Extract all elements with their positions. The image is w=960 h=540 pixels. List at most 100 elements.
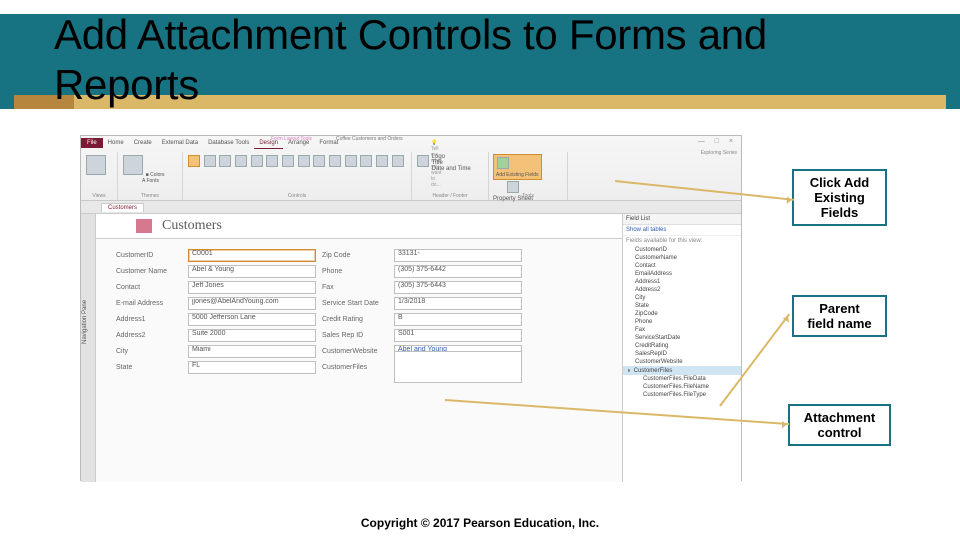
- field-address2[interactable]: Suite 2000: [188, 329, 316, 342]
- field-phone[interactable]: (305) 375-6442: [394, 265, 522, 278]
- field-item[interactable]: CreditRating: [623, 342, 741, 350]
- callout-attachment-control: Attachment control: [788, 404, 891, 446]
- control-image-icon[interactable]: [329, 155, 341, 167]
- access-screenshot: Form Layout Tools Coffee Customers and O…: [80, 135, 742, 481]
- callout-text: Click Add: [810, 175, 869, 190]
- tab-design[interactable]: Design: [254, 138, 283, 149]
- tab-database-tools[interactable]: Database Tools: [203, 138, 254, 148]
- field-item[interactable]: Phone: [623, 318, 741, 326]
- group-controls: Controls: [183, 152, 412, 200]
- label-email: E-mail Address: [116, 300, 188, 307]
- label-city: City: [116, 348, 188, 355]
- callout-text: Fields: [821, 205, 859, 220]
- control-textbox-icon[interactable]: [188, 155, 200, 167]
- control-chart-icon[interactable]: [360, 155, 372, 167]
- control-rect-icon[interactable]: [392, 155, 404, 167]
- tab-format[interactable]: Format: [314, 138, 343, 148]
- ribbon: Form Layout Tools Coffee Customers and O…: [81, 136, 741, 201]
- label-state: State: [116, 364, 188, 371]
- control-subform-icon[interactable]: [345, 155, 357, 167]
- control-button-icon[interactable]: [219, 155, 231, 167]
- field-item[interactable]: CustomerWebsite: [623, 358, 741, 366]
- field-fax[interactable]: (305) 375-6443: [394, 281, 522, 294]
- field-item[interactable]: CustomerID: [623, 246, 741, 254]
- group-label-tools: Tools: [489, 193, 567, 199]
- fonts-item[interactable]: A Fonts: [142, 178, 159, 184]
- control-link-icon[interactable]: [251, 155, 263, 167]
- themes-icon[interactable]: [123, 155, 143, 175]
- navigation-pane-label: Navigation Pane: [82, 300, 88, 344]
- label-customerfiles: CustomerFiles: [316, 364, 394, 371]
- file-tab[interactable]: File: [81, 138, 103, 148]
- field-customername[interactable]: Abel & Young: [188, 265, 316, 278]
- group-label-views: Views: [81, 193, 117, 199]
- field-customerfiles-attachment[interactable]: [394, 351, 522, 383]
- field-item[interactable]: CustomerName: [623, 254, 741, 262]
- field-item[interactable]: City: [623, 294, 741, 302]
- field-contact[interactable]: Jeff Jones: [188, 281, 316, 294]
- form-header-title: Customers: [162, 218, 222, 234]
- callout-text: Existing: [814, 190, 865, 205]
- control-attach-icon[interactable]: [313, 155, 325, 167]
- field-item[interactable]: Fax: [623, 326, 741, 334]
- hf-date[interactable]: Date and Time: [432, 166, 471, 172]
- field-item[interactable]: Address1: [623, 278, 741, 286]
- tab-arrange[interactable]: Arrange: [283, 138, 314, 148]
- label-fax: Fax: [316, 284, 394, 291]
- field-zip[interactable]: 33131-: [394, 249, 522, 262]
- field-salesrep[interactable]: S001: [394, 329, 522, 342]
- field-item[interactable]: Address2: [623, 286, 741, 294]
- add-existing-fields-icon: [497, 157, 509, 169]
- tab-home[interactable]: Home: [103, 138, 129, 148]
- group-views: Views: [81, 152, 118, 200]
- label-address1: Address1: [116, 316, 188, 323]
- control-tab-icon[interactable]: [235, 155, 247, 167]
- control-list-icon[interactable]: [282, 155, 294, 167]
- tab-external-data[interactable]: External Data: [157, 138, 203, 148]
- control-label-icon[interactable]: [204, 155, 216, 167]
- field-city[interactable]: Miami: [188, 345, 316, 358]
- field-item[interactable]: SalesRepID: [623, 350, 741, 358]
- control-line-icon[interactable]: [376, 155, 388, 167]
- field-item[interactable]: Contact: [623, 262, 741, 270]
- field-list-show-all[interactable]: Show all tables: [623, 225, 741, 236]
- form-header-icon: [136, 219, 152, 233]
- group-tools: Add Existing Fields Property Sheet Tools: [489, 152, 568, 200]
- label-customerid: CustomerID: [116, 252, 188, 259]
- field-item[interactable]: EmailAddress: [623, 270, 741, 278]
- window-controls[interactable]: — □ ×: [698, 138, 737, 145]
- add-existing-fields-button[interactable]: Add Existing Fields: [493, 154, 542, 180]
- label-creditrating: Credit Rating: [316, 316, 394, 323]
- callout-parent-field-name: Parent field name: [792, 295, 887, 337]
- field-item-child[interactable]: CustomerFiles.FileData: [623, 375, 741, 383]
- callout-text: control: [817, 425, 861, 440]
- field-servicestart[interactable]: 1/3/2018: [394, 297, 522, 310]
- control-combo-icon[interactable]: [266, 155, 278, 167]
- field-address1[interactable]: 5000 Jefferson Lane: [188, 313, 316, 326]
- callout-text: field name: [807, 316, 871, 331]
- copyright-footer: Copyright © 2017 Pearson Education, Inc.: [0, 516, 960, 530]
- label-address2: Address2: [116, 332, 188, 339]
- form-tab-customers[interactable]: Customers: [101, 203, 144, 212]
- field-item[interactable]: State: [623, 302, 741, 310]
- field-email[interactable]: jjones@AbelAndYoung.com: [188, 297, 316, 310]
- form-design-surface: Customers CustomerIDC0001Zip Code33131- …: [96, 214, 622, 482]
- insert-image-icon[interactable]: [417, 155, 429, 167]
- field-item-customerfiles-parent[interactable]: CustomerFiles: [623, 366, 741, 375]
- group-label-themes: Themes: [118, 193, 182, 199]
- field-item[interactable]: ServiceStartDate: [623, 334, 741, 342]
- title-line-2: Reports: [54, 61, 199, 108]
- navigation-pane-collapsed[interactable]: Navigation Pane: [81, 214, 96, 482]
- field-customerid[interactable]: C0001: [188, 249, 316, 262]
- group-themes: ■ Colors A Fonts Themes: [118, 152, 183, 200]
- field-creditrating[interactable]: B: [394, 313, 522, 326]
- field-item-child[interactable]: CustomerFiles.FileName: [623, 383, 741, 391]
- field-item[interactable]: ZipCode: [623, 310, 741, 318]
- tab-create[interactable]: Create: [129, 138, 157, 148]
- property-sheet-icon: [507, 181, 519, 193]
- group-label-hf: Header / Footer: [412, 193, 488, 199]
- view-button-icon[interactable]: [86, 155, 106, 175]
- field-state[interactable]: FL: [188, 361, 316, 374]
- control-check-icon[interactable]: [298, 155, 310, 167]
- field-list-caption: Fields available for this view:: [623, 236, 741, 246]
